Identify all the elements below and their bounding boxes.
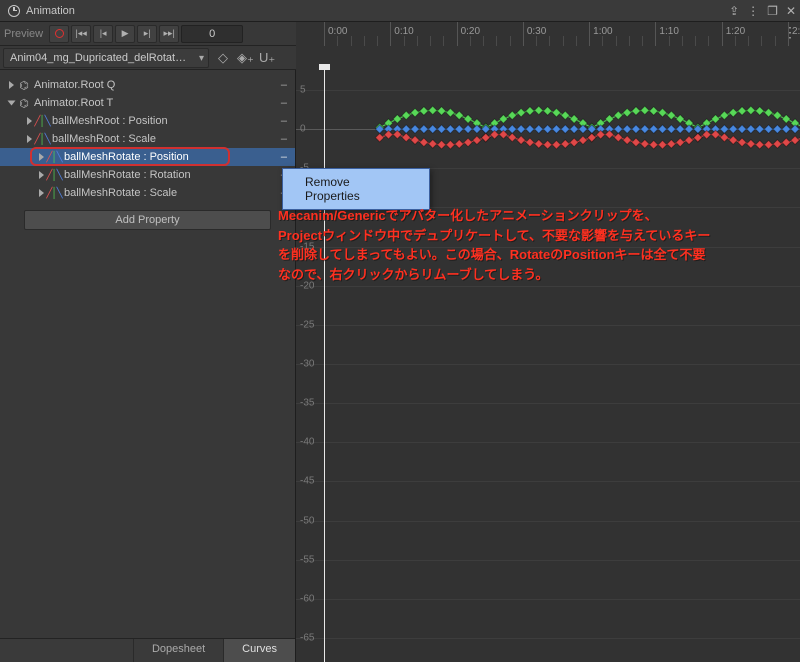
hierarchy-row-root-t[interactable]: ⌬ Animator.Root T – <box>0 94 295 112</box>
record-button[interactable] <box>49 25 69 43</box>
maximize-icon[interactable]: ❐ <box>767 4 778 18</box>
property-panel: ⌬ Animator.Root Q – ⌬ Animator.Root T – … <box>0 70 296 662</box>
axes-icon: ╱│╲ <box>48 169 60 181</box>
prev-frame-button[interactable]: |◂ <box>93 25 113 43</box>
expand-icon[interactable] <box>6 80 16 90</box>
footer-tabs: Dopesheet Curves <box>0 638 295 662</box>
record-icon <box>55 29 64 38</box>
expand-icon[interactable] <box>36 170 46 180</box>
expand-icon[interactable] <box>24 116 34 126</box>
property-options-icon[interactable]: – <box>281 133 287 145</box>
expand-icon[interactable] <box>6 98 16 108</box>
add-keyframe-icon[interactable]: ◈₊ <box>237 50 253 66</box>
hierarchy-label: Animator.Root Q <box>34 79 281 91</box>
preview-toggle[interactable]: Preview <box>4 28 43 40</box>
annotation-line: Mecanim/Genericでアバター化したアニメーションクリップを、 <box>278 206 798 226</box>
playhead[interactable] <box>324 70 325 662</box>
axes-icon: ╱│╲ <box>48 187 60 199</box>
next-frame-button[interactable]: ▸| <box>137 25 157 43</box>
property-options-icon[interactable]: – <box>281 115 287 127</box>
hierarchy-label: Animator.Root T <box>34 97 281 109</box>
tab-dopesheet[interactable]: Dopesheet <box>133 639 223 662</box>
context-menu-icon[interactable]: ⋮ <box>747 4 759 18</box>
titlebar: Animation ⇪ ⋮ ❐ ✕ <box>0 0 800 22</box>
property-options-icon[interactable]: – <box>281 79 287 91</box>
hierarchy-label: ballMeshRoot : Scale <box>52 133 281 145</box>
hierarchy-label: ballMeshRotate : Position <box>64 151 281 163</box>
expand-icon[interactable] <box>36 188 46 198</box>
hierarchy-label: ballMeshRoot : Position <box>52 115 281 127</box>
animator-icon: ⌬ <box>18 79 30 91</box>
annotation-text: Mecanim/Genericでアバター化したアニメーションクリップを、 Pro… <box>278 206 798 284</box>
hierarchy-row-ballmeshrotate-scale[interactable]: ╱│╲ ballMeshRotate : Scale – <box>0 184 295 202</box>
clip-selector[interactable]: Anim04_mg_Dupricated_delRotat… <box>3 48 209 68</box>
hierarchy-row-ballmeshrotate-position[interactable]: ╱│╲ ballMeshRotate : Position – <box>0 148 295 166</box>
window-title: Animation <box>26 5 75 17</box>
first-frame-button[interactable]: |◂◂ <box>71 25 91 43</box>
hierarchy-row-ballmeshroot-position[interactable]: ╱│╲ ballMeshRoot : Position – <box>0 112 295 130</box>
last-frame-button[interactable]: ▸▸| <box>159 25 179 43</box>
context-menu: Remove Properties <box>282 168 430 210</box>
property-options-icon[interactable]: – <box>281 151 287 163</box>
frame-input[interactable] <box>181 25 243 43</box>
play-button[interactable]: ▶ <box>115 25 135 43</box>
animation-window-icon <box>8 5 20 17</box>
expand-icon[interactable] <box>36 152 46 162</box>
close-icon[interactable]: ✕ <box>786 4 796 18</box>
axes-icon: ╱│╲ <box>36 115 48 127</box>
hierarchy-row-root-q[interactable]: ⌬ Animator.Root Q – <box>0 76 295 94</box>
annotation-line: を削除してしまってもよい。この場合、RotateのPositionキーは全て不要 <box>278 245 798 265</box>
curves-svg <box>296 70 800 662</box>
hierarchy-row-ballmeshrotate-rotation[interactable]: ╱│╲ ballMeshRotate : Rotation – <box>0 166 295 184</box>
axes-icon: ╱│╲ <box>48 151 60 163</box>
transport-bar: Preview |◂◂ |◂ ▶ ▸| ▸▸| <box>0 22 800 46</box>
annotation-line: なので、右クリックからリムーブしてしまう。 <box>278 265 798 285</box>
property-options-icon[interactable]: – <box>281 97 287 109</box>
curve-editor[interactable]: 50-5-10-15-20-25-30-35-40-45-50-55-60-65… <box>296 70 800 662</box>
hierarchy-label: ballMeshRotate : Scale <box>64 187 281 199</box>
annotation-line: Projectウィンドウ中でデュプリケートして、不要な影響を与えているキー <box>278 226 798 246</box>
kebab-menu-icon[interactable]: ⋮ <box>783 24 796 41</box>
clip-row: Anim04_mg_Dupricated_delRotat… ◇ ◈₊ U₊ <box>0 46 800 70</box>
hierarchy-row-ballmeshroot-scale[interactable]: ╱│╲ ballMeshRoot : Scale – <box>0 130 295 148</box>
axes-icon: ╱│╲ <box>36 133 48 145</box>
expand-icon[interactable] <box>24 134 34 144</box>
add-event-icon[interactable]: U₊ <box>259 50 275 66</box>
tab-curves[interactable]: Curves <box>223 639 295 662</box>
animator-icon: ⌬ <box>18 97 30 109</box>
add-property-button[interactable]: Add Property <box>24 210 271 230</box>
context-menu-remove-properties[interactable]: Remove Properties <box>285 171 427 207</box>
hierarchy-label: ballMeshRotate : Rotation <box>64 169 281 181</box>
unlock-icon[interactable]: ⇪ <box>729 4 739 18</box>
filter-diamond-icon[interactable]: ◇ <box>215 50 231 66</box>
